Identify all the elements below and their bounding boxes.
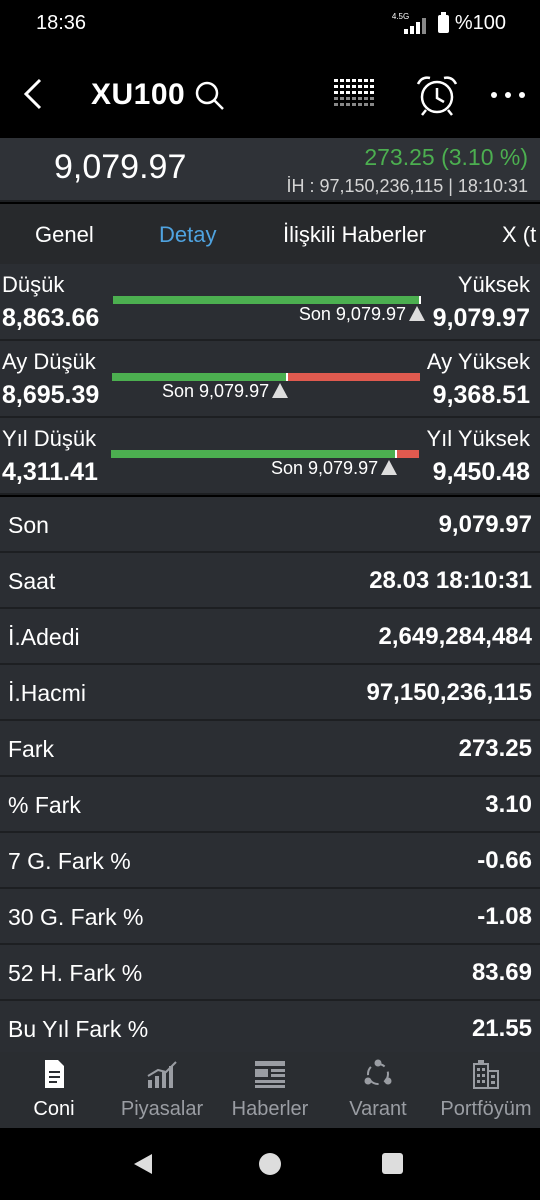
triangle-marker-icon xyxy=(409,306,425,321)
daily-range: Düşük 8,863.66 Yüksek 9,079.97 Son 9,079… xyxy=(0,264,540,341)
detail-row-yil-fark: Bu Yıl Fark % 21.55 xyxy=(0,1001,540,1057)
range-low-label: Ay Düşük xyxy=(2,349,96,374)
detail-row-hacim: İ.Hacmi 97,150,236,115 xyxy=(0,665,540,721)
alarm-clock-icon[interactable] xyxy=(414,74,460,116)
detail-row-yuzde-fark: % Fark 3.10 xyxy=(0,777,540,833)
detail-row-saat: Saat 28.03 18:10:31 xyxy=(0,553,540,609)
detail-row-son: Son 9,079.97 xyxy=(0,497,540,553)
volume-time: İH : 97,150,236,115 | 18:10:31 xyxy=(286,176,528,196)
yearly-range: Yıl Düşük 4,311.41 Yıl Yüksek 9,450.48 S… xyxy=(0,418,540,495)
range-high-value: 9,450.48 xyxy=(432,458,530,486)
range-high-label: Ay Yüksek xyxy=(426,349,530,374)
triangle-marker-icon xyxy=(381,460,398,475)
nav-label: Coni xyxy=(33,1098,75,1120)
detail-list: Son 9,079.97 Saat 28.03 18:10:31 İ.Adedi 2,… xyxy=(0,497,540,1057)
app-bar: XU100 xyxy=(0,48,540,138)
status-bar: 18:36 4.5G %100 xyxy=(0,0,540,48)
nav-haberler[interactable]: Haberler xyxy=(216,1052,324,1128)
range-bar xyxy=(113,296,421,304)
status-time: 18:36 xyxy=(36,12,87,34)
battery-icon xyxy=(437,11,449,33)
monthly-range: Ay Düşük 8,695.39 Ay Yüksek 9,368.51 Son… xyxy=(0,341,540,418)
tab-detay[interactable]: Detay xyxy=(159,222,216,248)
document-icon xyxy=(45,1060,64,1088)
status-icons: 4.5G %100 xyxy=(392,11,506,35)
range-low-value: 8,695.39 xyxy=(2,381,100,409)
system-navigation xyxy=(0,1128,540,1200)
range-low-value: 8,863.66 xyxy=(2,304,100,332)
detail-row-adet: İ.Adedi 2,649,284,484 xyxy=(0,609,540,665)
more-options-icon[interactable] xyxy=(488,80,528,110)
range-high-label: Yıl Yüksek xyxy=(426,426,530,451)
tab-related-news[interactable]: İlişkili Haberler xyxy=(283,222,426,248)
search-icon[interactable] xyxy=(194,80,226,112)
page-title: XU100 xyxy=(91,78,186,111)
nav-label: Portföyüm xyxy=(440,1098,532,1120)
nav-label: Haberler xyxy=(231,1098,309,1120)
range-bar xyxy=(112,373,420,381)
battery-level: %100 xyxy=(454,12,506,34)
nav-varant[interactable]: Varant xyxy=(324,1052,432,1128)
quote-summary: 9,079.97 273.25 (3.10 %) İH : 97,150,236… xyxy=(0,138,540,202)
range-marker: Son 9,079.97 xyxy=(299,304,425,325)
bottom-navigation: Coni Piyasalar Haberler Varant Portföyüm xyxy=(0,1052,540,1128)
system-back-icon[interactable] xyxy=(132,1152,154,1176)
chart-bars-icon xyxy=(147,1061,177,1088)
detail-row-fark: Fark 273.25 xyxy=(0,721,540,777)
range-bar xyxy=(111,450,419,458)
system-recents-icon[interactable] xyxy=(382,1153,403,1174)
nav-label: Piyasalar xyxy=(120,1098,204,1120)
range-low-label: Yıl Düşük xyxy=(2,426,97,451)
building-icon xyxy=(473,1060,499,1089)
last-price: 9,079.97 xyxy=(54,148,187,186)
range-marker: Son 9,079.97 xyxy=(162,381,289,402)
range-section: Düşük 8,863.66 Yüksek 9,079.97 Son 9,079… xyxy=(0,264,540,495)
heatmap-icon[interactable] xyxy=(332,76,380,114)
range-low-label: Düşük xyxy=(2,272,65,297)
tab-bar: Genel Detay İlişkili Haberler X (t xyxy=(0,204,540,264)
nav-coni[interactable]: Coni xyxy=(0,1052,108,1128)
detail-row-7g-fark: 7 G. Fark % -0.66 xyxy=(0,833,540,889)
triangle-marker-icon xyxy=(272,383,289,398)
range-low-value: 4,311.41 xyxy=(2,458,98,486)
news-icon xyxy=(255,1061,285,1088)
back-arrow-icon[interactable] xyxy=(16,76,52,112)
range-high-value: 9,079.97 xyxy=(432,304,530,332)
tab-x[interactable]: X (t xyxy=(502,222,536,248)
nav-piyasalar[interactable]: Piyasalar xyxy=(108,1052,216,1128)
range-high-label: Yüksek xyxy=(457,272,530,297)
detail-row-30g-fark: 30 G. Fark % -1.08 xyxy=(0,889,540,945)
price-change: 273.25 (3.10 %) xyxy=(364,144,528,170)
signal-icon: 4.5G xyxy=(392,12,432,34)
nav-label: Varant xyxy=(349,1098,407,1120)
share-icon xyxy=(364,1059,392,1085)
detail-row-52h-fark: 52 H. Fark % 83.69 xyxy=(0,945,540,1001)
range-marker: Son 9,079.97 xyxy=(271,458,398,479)
nav-portfoyum[interactable]: Portföyüm xyxy=(432,1052,540,1128)
range-high-value: 9,368.51 xyxy=(432,381,530,409)
system-home-icon[interactable] xyxy=(259,1153,281,1175)
tab-genel[interactable]: Genel xyxy=(35,222,94,248)
